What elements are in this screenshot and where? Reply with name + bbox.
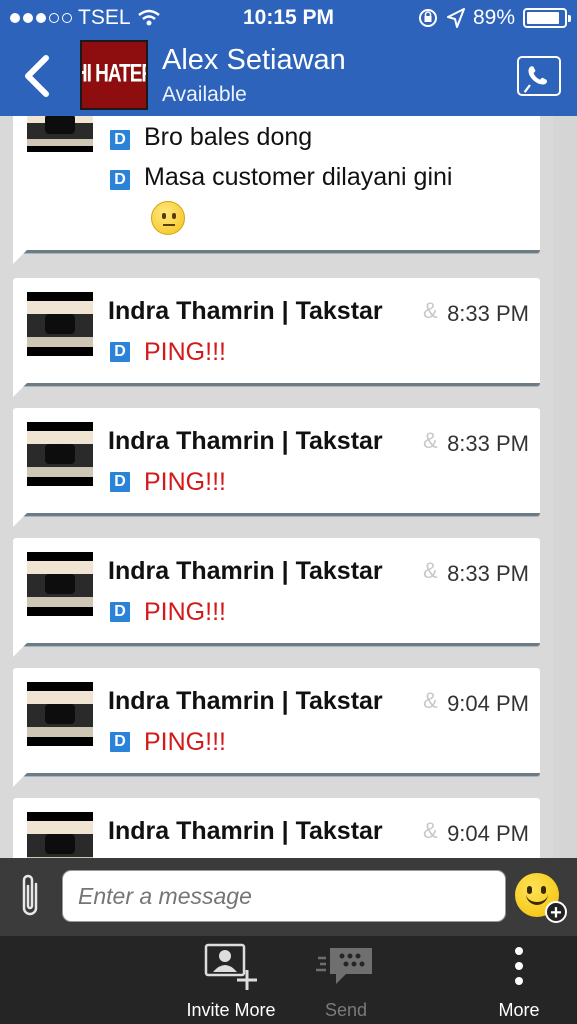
emoji-button[interactable]: + bbox=[515, 873, 567, 923]
sender-name: Indra Thamrin | Takstar bbox=[108, 687, 383, 715]
more-button[interactable]: More bbox=[480, 936, 558, 1024]
message-time: 9:04 PM bbox=[447, 821, 529, 846]
sender-avatar bbox=[27, 682, 93, 746]
scrollbar[interactable] bbox=[553, 116, 577, 858]
rotation-lock-icon bbox=[418, 9, 437, 27]
sender-avatar bbox=[27, 292, 93, 356]
chevron-left-icon bbox=[25, 55, 49, 97]
group-icon: & bbox=[423, 818, 438, 843]
bubble-tail bbox=[13, 383, 27, 397]
sender-avatar bbox=[27, 552, 93, 616]
invite-more-button[interactable]: Invite More bbox=[175, 936, 287, 1024]
contact-avatar[interactable]: HI HATER bbox=[80, 40, 148, 110]
attach-button[interactable] bbox=[16, 872, 46, 922]
sender-avatar bbox=[27, 812, 93, 858]
message-bubble[interactable]: Indra Thamrin | Takstar & 8:33 PM D PING… bbox=[13, 538, 540, 657]
bubble-tail bbox=[13, 250, 27, 264]
message-list[interactable]: D Bro bales dong D Masa customer dilayan… bbox=[0, 116, 577, 858]
contact-status: Available bbox=[162, 83, 247, 106]
bubble-tail bbox=[13, 773, 27, 787]
sender-avatar bbox=[27, 422, 93, 486]
group-icon: & bbox=[423, 428, 438, 453]
battery-percent: 89% bbox=[472, 6, 515, 29]
back-button[interactable] bbox=[18, 52, 58, 100]
chat-header: HI HATER Alex Setiawan Available bbox=[0, 36, 577, 116]
message-text: PING!!! bbox=[144, 338, 226, 366]
delivered-badge: D bbox=[110, 130, 130, 150]
paperclip-icon bbox=[22, 874, 38, 916]
delivered-badge: D bbox=[110, 472, 130, 492]
invite-more-label: Invite More bbox=[186, 1000, 276, 1020]
call-button[interactable] bbox=[517, 56, 561, 96]
group-icon: & bbox=[423, 298, 438, 323]
phone-icon bbox=[528, 66, 547, 85]
message-bubble[interactable]: Indra Thamrin | Takstar & 8:33 PM D PING… bbox=[13, 408, 540, 527]
sender-name: Indra Thamrin | Takstar bbox=[108, 817, 383, 845]
delivered-badge: D bbox=[110, 732, 130, 752]
neutral-face-emoji bbox=[151, 201, 185, 235]
message-time: 8:33 PM bbox=[447, 301, 529, 326]
more-vertical-icon bbox=[515, 947, 523, 985]
location-arrow-icon bbox=[446, 8, 465, 28]
bubble-tail bbox=[13, 513, 27, 527]
sender-avatar bbox=[27, 116, 93, 152]
send-button[interactable]: Send bbox=[300, 936, 392, 1024]
message-text: Bro bales dong bbox=[144, 123, 313, 151]
add-icon: + bbox=[545, 901, 567, 923]
group-icon: & bbox=[423, 688, 438, 713]
message-time: 8:33 PM bbox=[447, 431, 529, 456]
message-time: 8:33 PM bbox=[447, 561, 529, 586]
delivered-badge: D bbox=[110, 342, 130, 362]
invite-contact-icon bbox=[204, 943, 257, 990]
message-input[interactable] bbox=[62, 870, 506, 922]
message-text: PING!!! bbox=[144, 728, 226, 756]
message-bubble[interactable]: Indra Thamrin | Takstar & 9:04 PM D PING… bbox=[13, 668, 540, 787]
sender-name: Indra Thamrin | Takstar bbox=[108, 557, 383, 585]
message-text: Masa customer dilayani gini bbox=[144, 163, 453, 191]
composer-bar: + bbox=[0, 858, 577, 936]
contact-name[interactable]: Alex Setiawan bbox=[162, 44, 346, 77]
battery-icon bbox=[523, 8, 571, 28]
avatar-text: HI HATER bbox=[82, 60, 146, 88]
message-text: PING!!! bbox=[144, 598, 226, 626]
message-time: 9:04 PM bbox=[447, 691, 529, 716]
delivered-badge: D bbox=[110, 602, 130, 622]
message-text: PING!!! bbox=[144, 468, 226, 496]
blackberry-send-icon bbox=[316, 948, 372, 984]
message-bubble[interactable]: D Bro bales dong D Masa customer dilayan… bbox=[13, 116, 540, 264]
status-bar: TSEL 10:15 PM 89% bbox=[0, 0, 577, 36]
sender-name: Indra Thamrin | Takstar bbox=[108, 297, 383, 325]
bubble-tail bbox=[13, 643, 27, 657]
bottom-toolbar: Invite More Send More bbox=[0, 936, 577, 1024]
message-bubble[interactable]: Indra Thamrin | Takstar & 9:04 PM bbox=[13, 798, 540, 858]
more-label: More bbox=[498, 1000, 540, 1020]
status-right: 89% bbox=[417, 6, 571, 30]
sender-name: Indra Thamrin | Takstar bbox=[108, 427, 383, 455]
battery-fill bbox=[527, 12, 560, 24]
delivered-badge: D bbox=[110, 170, 130, 190]
message-bubble[interactable]: Indra Thamrin | Takstar & 8:33 PM D PING… bbox=[13, 278, 540, 397]
send-label: Send bbox=[324, 1000, 368, 1020]
group-icon: & bbox=[423, 558, 438, 583]
